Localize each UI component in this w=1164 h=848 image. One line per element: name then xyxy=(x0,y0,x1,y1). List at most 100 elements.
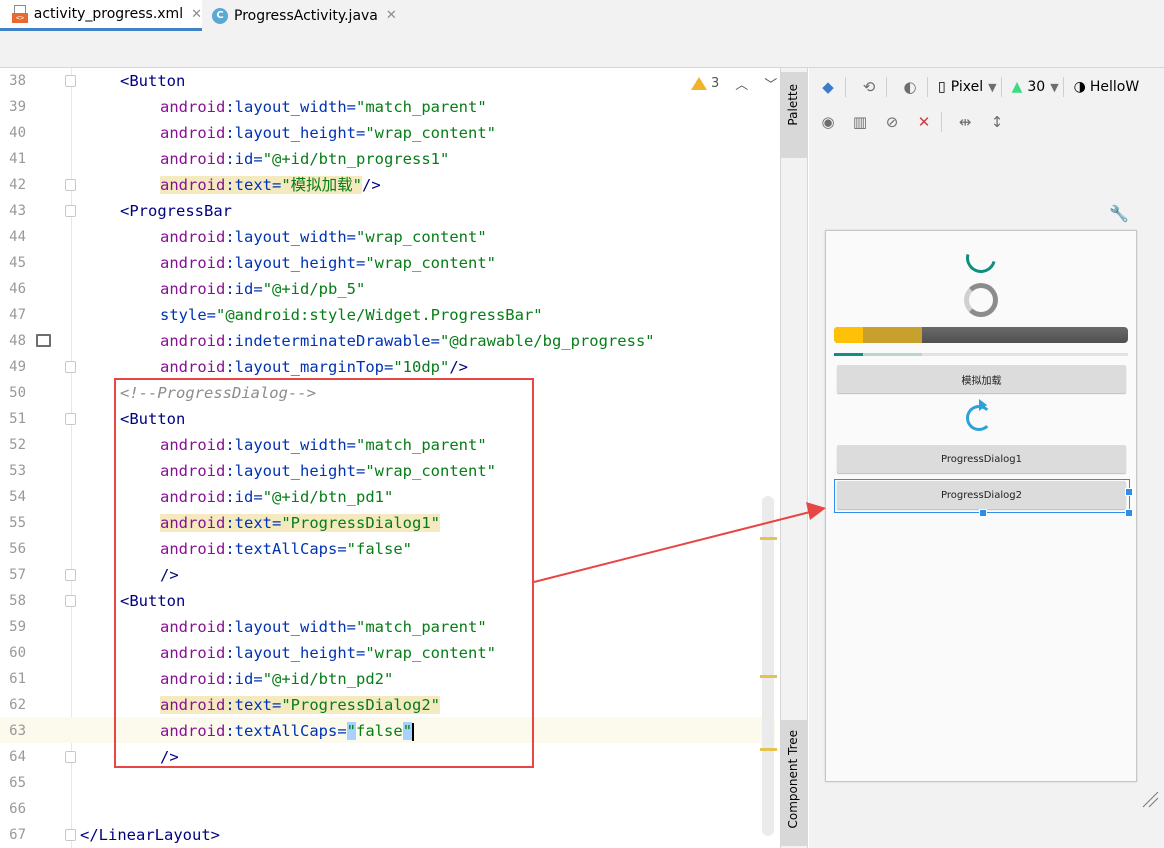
text-caret xyxy=(412,722,415,741)
code-text: android:layout_width="match_parent" xyxy=(160,618,487,636)
code-line-50: 50 <!--ProgressDialog--> xyxy=(0,380,760,406)
code-text: android:id="@+id/btn_pd2" xyxy=(160,670,394,688)
line-number: 52 xyxy=(9,437,26,453)
code-text: android:layout_height="wrap_content" xyxy=(160,124,496,142)
chevron-down-icon[interactable]: ﹀ xyxy=(764,74,777,93)
rotate-icon[interactable]: ⟲ xyxy=(856,74,882,100)
night-mode-icon[interactable]: ◐ xyxy=(897,74,923,100)
fold-marker-icon[interactable] xyxy=(65,205,76,217)
line-number: 51 xyxy=(9,411,26,427)
code-line-65: 65 xyxy=(0,770,760,796)
code-text: android:text="ProgressDialog1" xyxy=(160,514,440,532)
align-horizontal-icon[interactable]: ⇹ xyxy=(952,109,978,135)
blueprint-icon[interactable]: ▥ xyxy=(847,109,873,135)
code-text: android:layout_marginTop="10dp"/> xyxy=(160,358,468,376)
close-icon[interactable]: ✕ xyxy=(386,8,397,23)
vertical-scrollbar[interactable] xyxy=(762,496,774,836)
line-number: 46 xyxy=(9,281,26,297)
selection-outline[interactable] xyxy=(834,479,1133,517)
line-number: 66 xyxy=(9,801,26,817)
fold-marker-icon[interactable] xyxy=(65,595,76,607)
scroll-marker[interactable] xyxy=(760,675,777,678)
tab-progress-activity-java[interactable]: C ProgressActivity.java ✕ xyxy=(212,0,402,31)
line-number: 58 xyxy=(9,593,26,609)
code-line-44: 44 android:layout_width="wrap_content" xyxy=(0,224,760,250)
fold-marker-icon[interactable] xyxy=(65,751,76,763)
component-tree-tab[interactable]: Component Tree xyxy=(781,720,808,846)
code-line-39: 39 android:layout_width="match_parent" xyxy=(0,94,760,120)
device-preview: 模拟加载 ProgressDialog1 ProgressDialog2 xyxy=(825,230,1137,782)
code-text: android:layout_height="wrap_content" xyxy=(160,254,496,272)
preview-button-pd1[interactable]: ProgressDialog1 xyxy=(837,445,1126,473)
theme-selector[interactable]: ◑ HelloW xyxy=(1074,79,1140,95)
tab-activity-progress-xml[interactable]: <> activity_progress.xml ✕ xyxy=(0,0,202,31)
code-text: <ProgressBar xyxy=(120,202,232,220)
device-selector[interactable]: ▯ Pixel ▼ xyxy=(938,79,997,95)
code-text: <Button xyxy=(120,72,186,90)
line-number: 64 xyxy=(9,749,26,765)
code-text: style="@android:style/Widget.ProgressBar… xyxy=(160,306,543,324)
resize-handle[interactable] xyxy=(1125,488,1133,496)
primary-progress xyxy=(834,327,864,343)
line-number: 43 xyxy=(9,203,26,219)
chevron-down-icon: ▼ xyxy=(988,80,997,94)
refresh-arrow-icon xyxy=(979,399,987,411)
code-line-56: 56 android:textAllCaps="false" xyxy=(0,536,760,562)
resize-grip-icon[interactable] xyxy=(1139,788,1159,808)
code-editor[interactable]: 3 ︿ ﹀ 38 <Button 39 android:layout_width… xyxy=(0,68,778,848)
fold-marker-icon[interactable] xyxy=(65,361,76,373)
code-line-57: 57 /> xyxy=(0,562,760,588)
code-text: android:indeterminateDrawable="@drawable… xyxy=(160,332,655,350)
code-text: android:layout_height="wrap_content" xyxy=(160,462,496,480)
code-text: android:layout_height="wrap_content" xyxy=(160,644,496,662)
theme-icon: ◑ xyxy=(1073,79,1086,95)
code-line-40: 40 android:layout_height="wrap_content" xyxy=(0,120,760,146)
layers-icon[interactable]: ◆ xyxy=(815,74,841,100)
code-line-42: 42 android:text="模拟加载"/> xyxy=(0,172,760,198)
resize-handle[interactable] xyxy=(1125,509,1133,517)
palette-tab[interactable]: Palette xyxy=(781,72,808,158)
image-preview-icon[interactable] xyxy=(36,334,51,347)
code-text: </LinearLayout> xyxy=(80,826,220,844)
design-toolbar-bottom: ◉ ▥ ⊘ ✕ ⇹ ↕ xyxy=(809,105,1164,139)
scroll-marker[interactable] xyxy=(760,537,777,540)
code-line-43: 43 <ProgressBar xyxy=(0,198,760,224)
preview-button-progress1[interactable]: 模拟加载 xyxy=(837,365,1126,393)
wrench-icon[interactable]: 🔧 xyxy=(1109,204,1129,223)
code-line-59: 59 android:layout_width="match_parent" xyxy=(0,614,760,640)
fold-marker-icon[interactable] xyxy=(65,75,76,87)
fold-marker-icon[interactable] xyxy=(65,179,76,191)
align-vertical-icon[interactable]: ↕ xyxy=(984,109,1010,135)
palette-label: Palette xyxy=(786,84,800,126)
code-line-49: 49 android:layout_marginTop="10dp"/> xyxy=(0,354,760,380)
progress-ring-icon xyxy=(964,283,998,317)
tool-window-strip: Palette Component Tree xyxy=(780,68,808,848)
api-level-selector[interactable]: ▲ 30 ▼ xyxy=(1012,79,1059,95)
code-line-67: 67 </LinearLayout> xyxy=(0,822,760,848)
scroll-marker[interactable] xyxy=(760,748,777,751)
magnet-off-icon[interactable]: ⊘ xyxy=(879,109,905,135)
clear-constraints-icon[interactable]: ✕ xyxy=(911,109,937,135)
line-number: 50 xyxy=(9,385,26,401)
code-text: android:text="模拟加载"/> xyxy=(160,176,381,194)
line-number: 39 xyxy=(9,99,26,115)
line-number: 63 xyxy=(9,723,26,739)
eye-icon[interactable]: ◉ xyxy=(815,109,841,135)
chevron-down-icon: ▼ xyxy=(1050,80,1059,94)
line-number: 53 xyxy=(9,463,26,479)
code-line-63: 63 android:textAllCaps="false" xyxy=(0,718,760,744)
line-number: 40 xyxy=(9,125,26,141)
close-icon[interactable]: ✕ xyxy=(191,7,202,22)
code-comment: <!--ProgressDialog--> xyxy=(120,384,316,402)
fold-marker-icon[interactable] xyxy=(65,829,76,841)
code-text: android:id="@+id/pb_5" xyxy=(160,280,366,298)
resize-handle[interactable] xyxy=(979,509,987,517)
fold-marker-icon[interactable] xyxy=(65,413,76,425)
line-number: 55 xyxy=(9,515,26,531)
code-line-38: 38 <Button xyxy=(0,68,760,94)
line-number: 45 xyxy=(9,255,26,271)
code-text: /> xyxy=(160,566,179,584)
code-text: <Button xyxy=(120,592,186,610)
line-number: 44 xyxy=(9,229,26,245)
fold-marker-icon[interactable] xyxy=(65,569,76,581)
